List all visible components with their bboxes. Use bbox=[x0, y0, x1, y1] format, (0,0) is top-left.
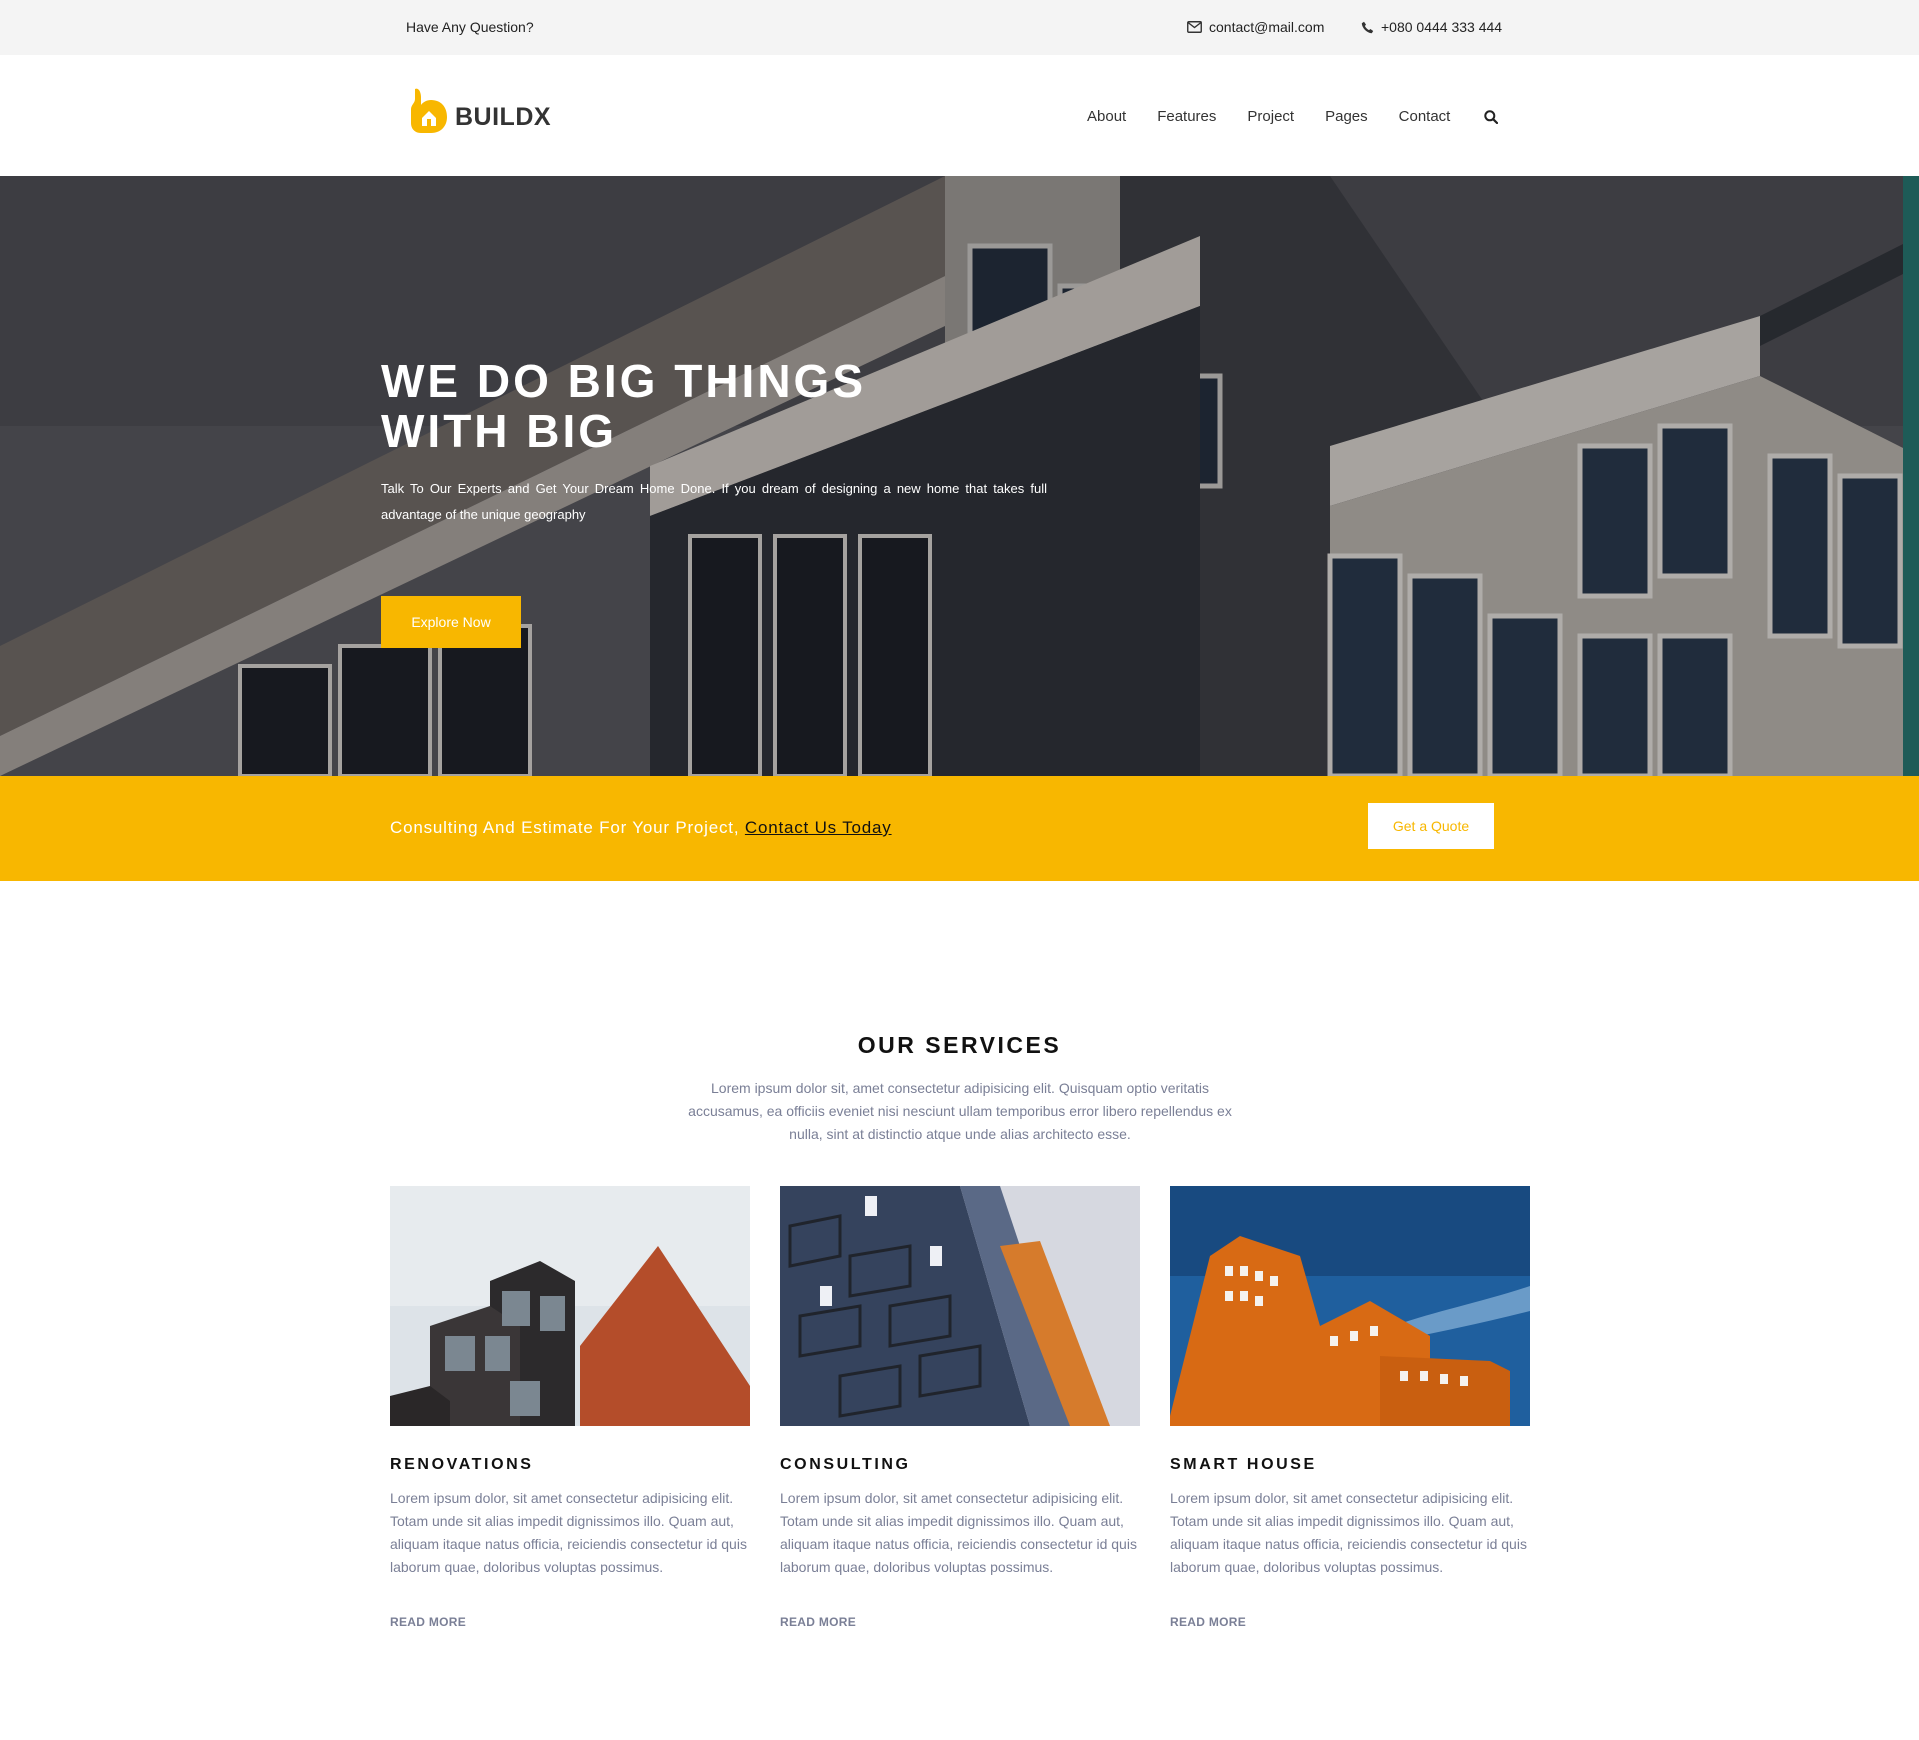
cta-band: Consulting And Estimate For Your Project… bbox=[0, 776, 1919, 881]
read-more-link[interactable]: READ MORE bbox=[390, 1615, 750, 1629]
card-title: CONSULTING bbox=[780, 1456, 911, 1473]
logo-text: BUILDX bbox=[455, 103, 552, 131]
top-bar: Have Any Question? contact@mail.com +080… bbox=[0, 0, 1919, 55]
logo-house-icon bbox=[405, 85, 453, 140]
contact-us-link[interactable]: Contact Us Today bbox=[745, 818, 892, 837]
explore-now-button[interactable]: Explore Now bbox=[381, 596, 521, 648]
phone-text: +080 0444 333 444 bbox=[1381, 19, 1503, 35]
nav-about[interactable]: About bbox=[1087, 108, 1126, 125]
card-body: Lorem ipsum dolor, sit amet consectetur … bbox=[780, 1490, 1137, 1575]
nav-project[interactable]: Project bbox=[1247, 108, 1294, 125]
card-title: RENOVATIONS bbox=[390, 1456, 534, 1473]
hero-section: WE DO BIG THINGS WITH BIG Talk To Our Ex… bbox=[0, 176, 1919, 776]
search-icon[interactable] bbox=[1484, 109, 1499, 124]
contact-phone[interactable]: +080 0444 333 444 bbox=[1361, 19, 1502, 35]
cta-message: Consulting And Estimate For Your Project… bbox=[390, 818, 740, 837]
site-header: BUILDX About Features Project Pages Cont… bbox=[0, 55, 1919, 176]
hero-title-line2: WITH BIG bbox=[381, 405, 618, 457]
hero-description: Talk To Our Experts and Get Your Dream H… bbox=[381, 481, 1047, 522]
consulting-image bbox=[780, 1186, 1140, 1426]
cta-text: Consulting And Estimate For Your Project… bbox=[390, 818, 892, 838]
services-title: OUR SERVICES bbox=[857, 1032, 1062, 1058]
main-nav: About Features Project Pages Contact bbox=[1087, 108, 1499, 125]
nav-features[interactable]: Features bbox=[1157, 108, 1216, 125]
question-text: Have Any Question? bbox=[406, 19, 534, 35]
hero-side-strip bbox=[1903, 176, 1919, 776]
card-body: Lorem ipsum dolor, sit amet consectetur … bbox=[1170, 1490, 1527, 1575]
contact-email[interactable]: contact@mail.com bbox=[1187, 19, 1324, 35]
read-more-link[interactable]: READ MORE bbox=[780, 1615, 1140, 1629]
read-more-link[interactable]: READ MORE bbox=[1170, 1615, 1530, 1629]
email-text: contact@mail.com bbox=[1209, 19, 1325, 35]
service-card-consulting: CONSULTING Lorem ipsum dolor, sit amet c… bbox=[780, 1186, 1140, 1629]
get-quote-button[interactable]: Get a Quote bbox=[1368, 803, 1494, 849]
logo[interactable]: BUILDX bbox=[405, 85, 551, 140]
card-body: Lorem ipsum dolor, sit amet consectetur … bbox=[390, 1490, 747, 1575]
envelope-icon bbox=[1187, 21, 1202, 33]
nav-contact[interactable]: Contact bbox=[1399, 108, 1451, 125]
service-card-renovations: RENOVATIONS Lorem ipsum dolor, sit amet … bbox=[390, 1186, 750, 1629]
services-description: Lorem ipsum dolor sit, amet consectetur … bbox=[688, 1080, 1232, 1142]
hero-title: WE DO BIG THINGS WITH BIG bbox=[381, 356, 866, 456]
nav-pages[interactable]: Pages bbox=[1325, 108, 1368, 125]
card-title: SMART HOUSE bbox=[1170, 1456, 1317, 1473]
phone-icon bbox=[1361, 21, 1374, 34]
hero-title-line1: WE DO BIG THINGS bbox=[381, 355, 866, 407]
smart-house-image bbox=[1170, 1186, 1530, 1426]
service-card-smart-house: SMART HOUSE Lorem ipsum dolor, sit amet … bbox=[1170, 1186, 1530, 1629]
renovations-image bbox=[390, 1186, 750, 1426]
